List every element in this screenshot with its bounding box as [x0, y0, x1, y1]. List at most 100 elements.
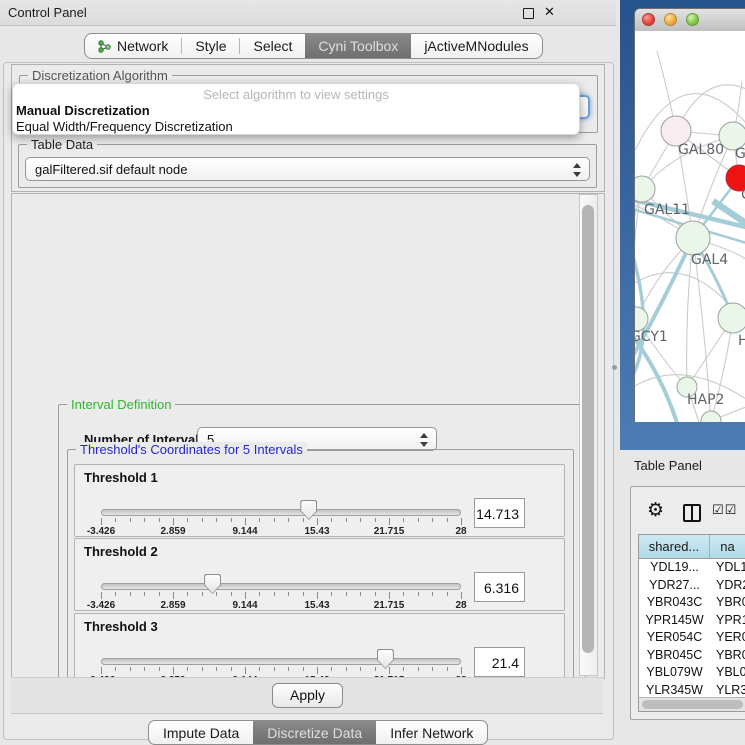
table-row[interactable]: YBR043CYBR0	[639, 594, 745, 612]
network-node-label: H	[738, 333, 745, 349]
network-node-label: C	[741, 187, 745, 203]
tab-label: Cyni Toolbox	[318, 38, 398, 54]
threshold-panel-1: Threshold 1-3.4262.8599.14415.4321.71528…	[74, 464, 565, 537]
table-hscrollbar-thumb[interactable]	[642, 700, 743, 709]
column-header-name[interactable]: na	[710, 535, 745, 559]
slider-tick	[115, 518, 116, 522]
network-window-titlebar[interactable]	[635, 9, 745, 32]
slider-tick-label: 9.144	[232, 600, 257, 611]
slider-tick	[360, 667, 361, 671]
threshold-panel-3: Threshold 3-3.4262.8599.14415.4321.71528…	[74, 613, 565, 679]
network-node-label: GAL80	[678, 142, 724, 158]
threshold-value-field[interactable]: 6.316	[474, 572, 525, 602]
cell-shared-name[interactable]: YBR043C	[639, 594, 710, 612]
column-header-shared-name[interactable]: shared...	[639, 535, 710, 559]
network-node[interactable]	[701, 411, 721, 422]
table-data-select[interactable]: galFiltered.sif default node	[25, 157, 590, 181]
table-panel: ⚙ ☑☑ shared... na YDL19...YDL1YDR27...YD…	[630, 486, 745, 720]
table-row[interactable]: YDL19...YDL1	[639, 559, 745, 577]
slider-tick	[346, 592, 347, 596]
algorithm-option-equal-width[interactable]: Equal Width/Frequency Discretization	[13, 119, 579, 135]
minimize-traffic-light-icon[interactable]	[664, 13, 677, 26]
network-node[interactable]	[635, 307, 648, 331]
splitter-grip[interactable]	[612, 365, 617, 370]
node-table: shared... na YDL19...YDL1YDR27...YDR2YBR…	[638, 534, 745, 712]
float-window-icon[interactable]	[523, 8, 534, 19]
cell-name[interactable]: YDR2	[710, 577, 745, 595]
tab-network[interactable]: Network	[85, 34, 181, 58]
table-row[interactable]: YBL079WYBL0	[639, 664, 745, 682]
cell-shared-name[interactable]: YDL19...	[639, 559, 710, 577]
tab-impute-data[interactable]: Impute Data	[149, 721, 253, 744]
tab-style[interactable]: Style	[182, 34, 239, 58]
tab-label: Network	[117, 38, 168, 54]
tab-cyni-toolbox[interactable]: Cyni Toolbox	[305, 34, 411, 58]
network-node[interactable]	[635, 176, 655, 202]
threshold-label: Threshold 1	[84, 470, 158, 485]
slider-tick-label: 28	[455, 526, 466, 537]
cyni-bottom-tab-bar: Impute DataDiscretize DataInfer Network	[148, 720, 488, 745]
table-row[interactable]: YDR27...YDR2	[639, 577, 745, 595]
cell-name[interactable]: YBL0	[710, 664, 745, 682]
slider-tick	[202, 518, 203, 522]
algorithm-hint-option[interactable]: Select algorithm to view settings	[13, 84, 579, 103]
slider-tick	[101, 592, 102, 599]
cell-shared-name[interactable]: YPR145W	[639, 612, 710, 630]
apply-button[interactable]: Apply	[272, 683, 343, 708]
slider-tick	[144, 667, 145, 671]
algorithm-dropdown-popup: Select algorithm to view settings Manual…	[12, 83, 580, 135]
panel-title: Control Panel	[8, 5, 87, 20]
table-row[interactable]: YPR145WYPR1	[639, 612, 745, 630]
settings-scrollbar-thumb[interactable]	[582, 205, 594, 653]
slider-tick	[231, 667, 232, 671]
slider-tick	[274, 592, 275, 596]
slider-tick	[130, 667, 131, 671]
cell-shared-name[interactable]: YBR045C	[639, 647, 710, 665]
slider-tick	[202, 667, 203, 671]
network-canvas[interactable]: GAL80GACGAL11GAL4GCY1HHAP2	[635, 31, 745, 422]
cell-name[interactable]: YBR0	[710, 647, 745, 665]
threshold-value-field[interactable]: 14.713	[474, 498, 525, 528]
slider-tick	[432, 592, 433, 596]
gear-icon[interactable]: ⚙	[647, 499, 664, 522]
slider-tick	[331, 592, 332, 596]
cell-shared-name[interactable]: YDR27...	[639, 577, 710, 595]
tab-infer-network[interactable]: Infer Network	[376, 721, 487, 744]
cell-name[interactable]: YPR1	[710, 612, 745, 630]
close-traffic-light-icon[interactable]	[642, 13, 655, 26]
slider-tick	[389, 518, 390, 525]
network-node[interactable]	[676, 221, 710, 255]
network-node[interactable]	[718, 303, 745, 333]
cell-name[interactable]: YBR0	[710, 594, 745, 612]
threshold-label: Threshold 3	[84, 619, 158, 634]
tab-discretize-data[interactable]: Discretize Data	[253, 721, 376, 744]
slider-tick	[187, 667, 188, 671]
slider-track[interactable]	[101, 509, 461, 516]
table-hscrollbar-track[interactable]	[639, 697, 745, 711]
slider-handle[interactable]	[300, 500, 317, 520]
slider-tick	[173, 518, 174, 525]
table-row[interactable]: YER054CYER0	[639, 629, 745, 647]
slider-tick	[346, 667, 347, 671]
cell-name[interactable]: YDL1	[710, 559, 745, 577]
slider-handle[interactable]	[204, 574, 221, 594]
close-panel-icon[interactable]: ✕	[544, 4, 555, 20]
threshold-value-field[interactable]: 21.4	[474, 647, 525, 677]
select-columns-checkboxes-icon[interactable]: ☑☑	[712, 502, 737, 518]
cell-shared-name[interactable]: YBL079W	[639, 664, 710, 682]
tab-jactivemnodules[interactable]: jActiveMNodules	[411, 34, 541, 58]
split-columns-icon[interactable]	[683, 504, 701, 522]
cell-shared-name[interactable]: YER054C	[639, 629, 710, 647]
slider-tick	[461, 592, 462, 599]
slider-tick	[375, 518, 376, 522]
table-row[interactable]: YBR045CYBR0	[639, 647, 745, 665]
slider-tick	[259, 667, 260, 671]
slider-track[interactable]	[101, 658, 461, 665]
tab-select[interactable]: Select	[240, 34, 305, 58]
slider-track[interactable]	[101, 583, 461, 590]
algorithm-option-manual[interactable]: Manual Discretization	[13, 103, 579, 119]
slider-tick	[331, 518, 332, 522]
zoom-traffic-light-icon[interactable]	[686, 13, 699, 26]
cell-name[interactable]: YER0	[710, 629, 745, 647]
slider-handle[interactable]	[377, 649, 394, 669]
